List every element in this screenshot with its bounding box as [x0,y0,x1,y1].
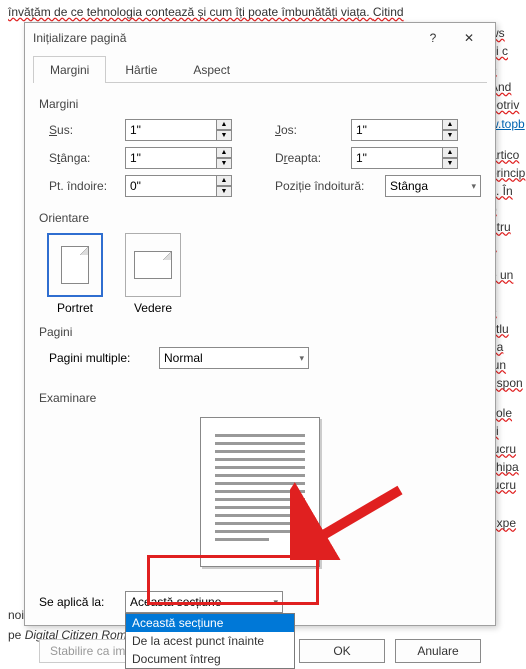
label-pagini-multiple: Pagini multiple: [49,351,159,365]
spin-up[interactable]: ▲ [442,147,458,158]
spin-up[interactable]: ▲ [442,119,458,130]
dropdown-option[interactable]: Document întreg [126,650,294,668]
tabs: Margini Hârtie Aspect [33,55,487,83]
spin-down[interactable]: ▼ [442,158,458,169]
spin-down[interactable]: ▼ [216,130,232,141]
help-button[interactable]: ? [415,24,451,52]
doc-text: învățăm de ce tehnologia contează și cum… [8,5,373,19]
label-indoire: Pt. îndoire: [49,179,125,193]
label-dreapta: Dreapta: [275,151,351,165]
portrait-icon [61,246,89,284]
page-setup-dialog: Inițializare pagină ? ✕ Margini Hârtie A… [24,22,496,626]
spin-down[interactable]: ▼ [216,158,232,169]
label-poz-indoire: Poziție îndoitură: [275,179,385,193]
orientation-landscape[interactable]: Vedere [125,233,181,315]
tab-aspect[interactable]: Aspect [176,56,247,83]
dialog-title: Inițializare pagină [33,31,415,45]
close-button[interactable]: ✕ [451,24,487,52]
cancel-button[interactable]: Anulare [395,639,481,663]
label-jos: Jos: [275,123,351,137]
landscape-icon [134,251,172,279]
spin-up[interactable]: ▲ [216,119,232,130]
dropdown-option[interactable]: Această secțiune [126,614,294,632]
spin-down[interactable]: ▼ [442,130,458,141]
spin-up[interactable]: ▲ [216,175,232,186]
ok-button[interactable]: OK [299,639,385,663]
input-jos[interactable] [351,119,443,141]
spin-down[interactable]: ▼ [216,186,232,197]
tab-hartie[interactable]: Hârtie [108,56,174,83]
input-sus[interactable] [125,119,217,141]
dropdown-option[interactable]: De la acest punct înainte [126,632,294,650]
orientation-portrait[interactable]: Portret [47,233,103,315]
input-stanga[interactable] [125,147,217,169]
page-preview [200,417,320,567]
spin-up[interactable]: ▲ [216,147,232,158]
input-indoire[interactable] [125,175,217,197]
aplica-dropdown: Această secțiune De la acest punct înain… [125,613,295,669]
input-dreapta[interactable] [351,147,443,169]
group-examinare-label: Examinare [39,391,481,405]
label-sus: SSus:us: [49,123,125,137]
document-background: învățăm de ce tehnologia contează și cum… [0,0,526,24]
set-default-button[interactable]: Stabilire ca im [39,639,136,663]
close-icon: ✕ [464,31,474,45]
select-aplica[interactable]: Această secțiune▾ [125,591,283,613]
label-aplica: Se aplică la: [39,595,125,609]
group-orientare-label: Orientare [39,211,481,225]
chevron-down-icon: ▾ [471,181,476,192]
group-margini-label: Margini [39,97,481,111]
group-pagini-label: Pagini [39,325,481,339]
label-stanga: Stânga: [49,151,125,165]
titlebar: Inițializare pagină ? ✕ [25,23,495,53]
chevron-down-icon: ▾ [299,353,304,364]
chevron-down-icon: ▾ [273,597,278,608]
tab-margini[interactable]: Margini [33,56,106,83]
select-pagini-multiple[interactable]: Normal▾ [159,347,309,369]
select-poz-indoire[interactable]: Stânga▾ [385,175,481,197]
